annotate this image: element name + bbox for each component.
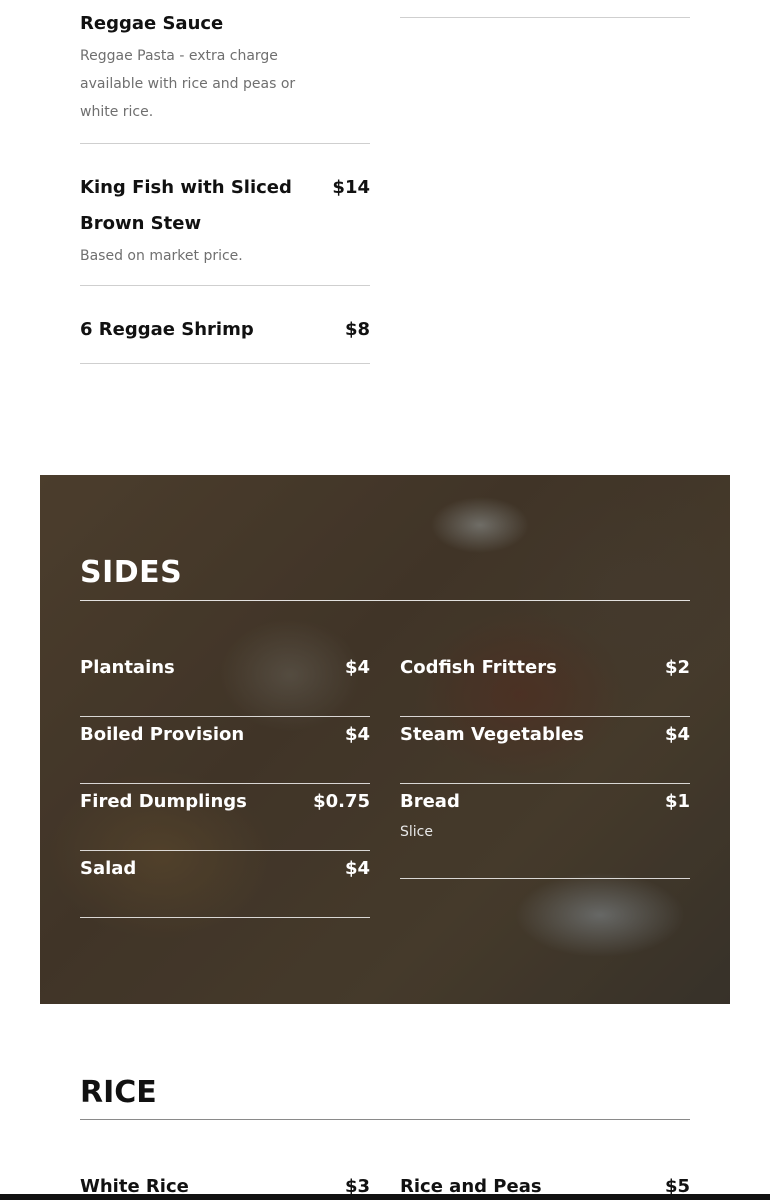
side-item-name: Bread <box>400 791 460 812</box>
side-item-name: Steam Vegetables <box>400 724 584 745</box>
side-item-price: $0.75 <box>313 791 370 812</box>
menu-item-name: Reggae Sauce <box>80 13 224 34</box>
side-item-name: Codfish Fritters <box>400 657 557 678</box>
side-item-price: $2 <box>664 657 690 678</box>
sides-heading: SIDES <box>80 555 183 590</box>
side-item-price: $1 <box>664 791 690 812</box>
menu-item-name: 6 Reggae Shrimp <box>80 319 254 340</box>
menu-item-price: $8 <box>344 319 370 340</box>
side-item: $2 Codfish Fritters <box>400 650 690 717</box>
menu-item: $8 6 Reggae Shrimp <box>80 286 370 364</box>
side-item-description: Slice <box>400 824 433 840</box>
rice-heading-rule <box>80 1119 690 1120</box>
menu-item-name: King Fish with Sliced Brown Stew <box>80 177 292 234</box>
side-item: $4 Salad <box>80 851 370 918</box>
side-item: $4 Boiled Provision <box>80 717 370 784</box>
sides-heading-rule <box>80 600 690 601</box>
side-item: $4 Plantains <box>80 650 370 717</box>
right-column-divider <box>400 17 690 18</box>
side-item-name: Salad <box>80 858 137 879</box>
side-item-name: Boiled Provision <box>80 724 245 745</box>
main-items-column: Reggae Sauce Reggae Pasta - extra charge… <box>80 6 370 364</box>
side-item: $1 Bread Slice <box>400 784 690 879</box>
sides-section: SIDES $4 Plantains $4 Boiled Provision $… <box>40 475 730 1004</box>
rice-heading: RICE <box>80 1075 157 1110</box>
bottom-edge-bar <box>0 1194 770 1200</box>
side-item-price: $4 <box>344 858 370 879</box>
menu-item: $14 King Fish with Sliced Brown Stew Bas… <box>80 144 370 286</box>
side-item-price: $4 <box>344 724 370 745</box>
sides-right-column: $2 Codfish Fritters $4 Steam Vegetables … <box>400 650 690 879</box>
menu-item-description: Based on market price. <box>80 248 243 264</box>
side-item-price: $4 <box>664 724 690 745</box>
side-item: $0.75 Fired Dumplings <box>80 784 370 851</box>
side-item: $4 Steam Vegetables <box>400 717 690 784</box>
sides-left-column: $4 Plantains $4 Boiled Provision $0.75 F… <box>80 650 370 918</box>
menu-item-price: $14 <box>332 177 370 198</box>
menu-item: Reggae Sauce Reggae Pasta - extra charge… <box>80 6 370 144</box>
side-item-price: $4 <box>344 657 370 678</box>
menu-item-description: Reggae Pasta - extra charge available wi… <box>80 48 296 120</box>
side-item-name: Plantains <box>80 657 175 678</box>
